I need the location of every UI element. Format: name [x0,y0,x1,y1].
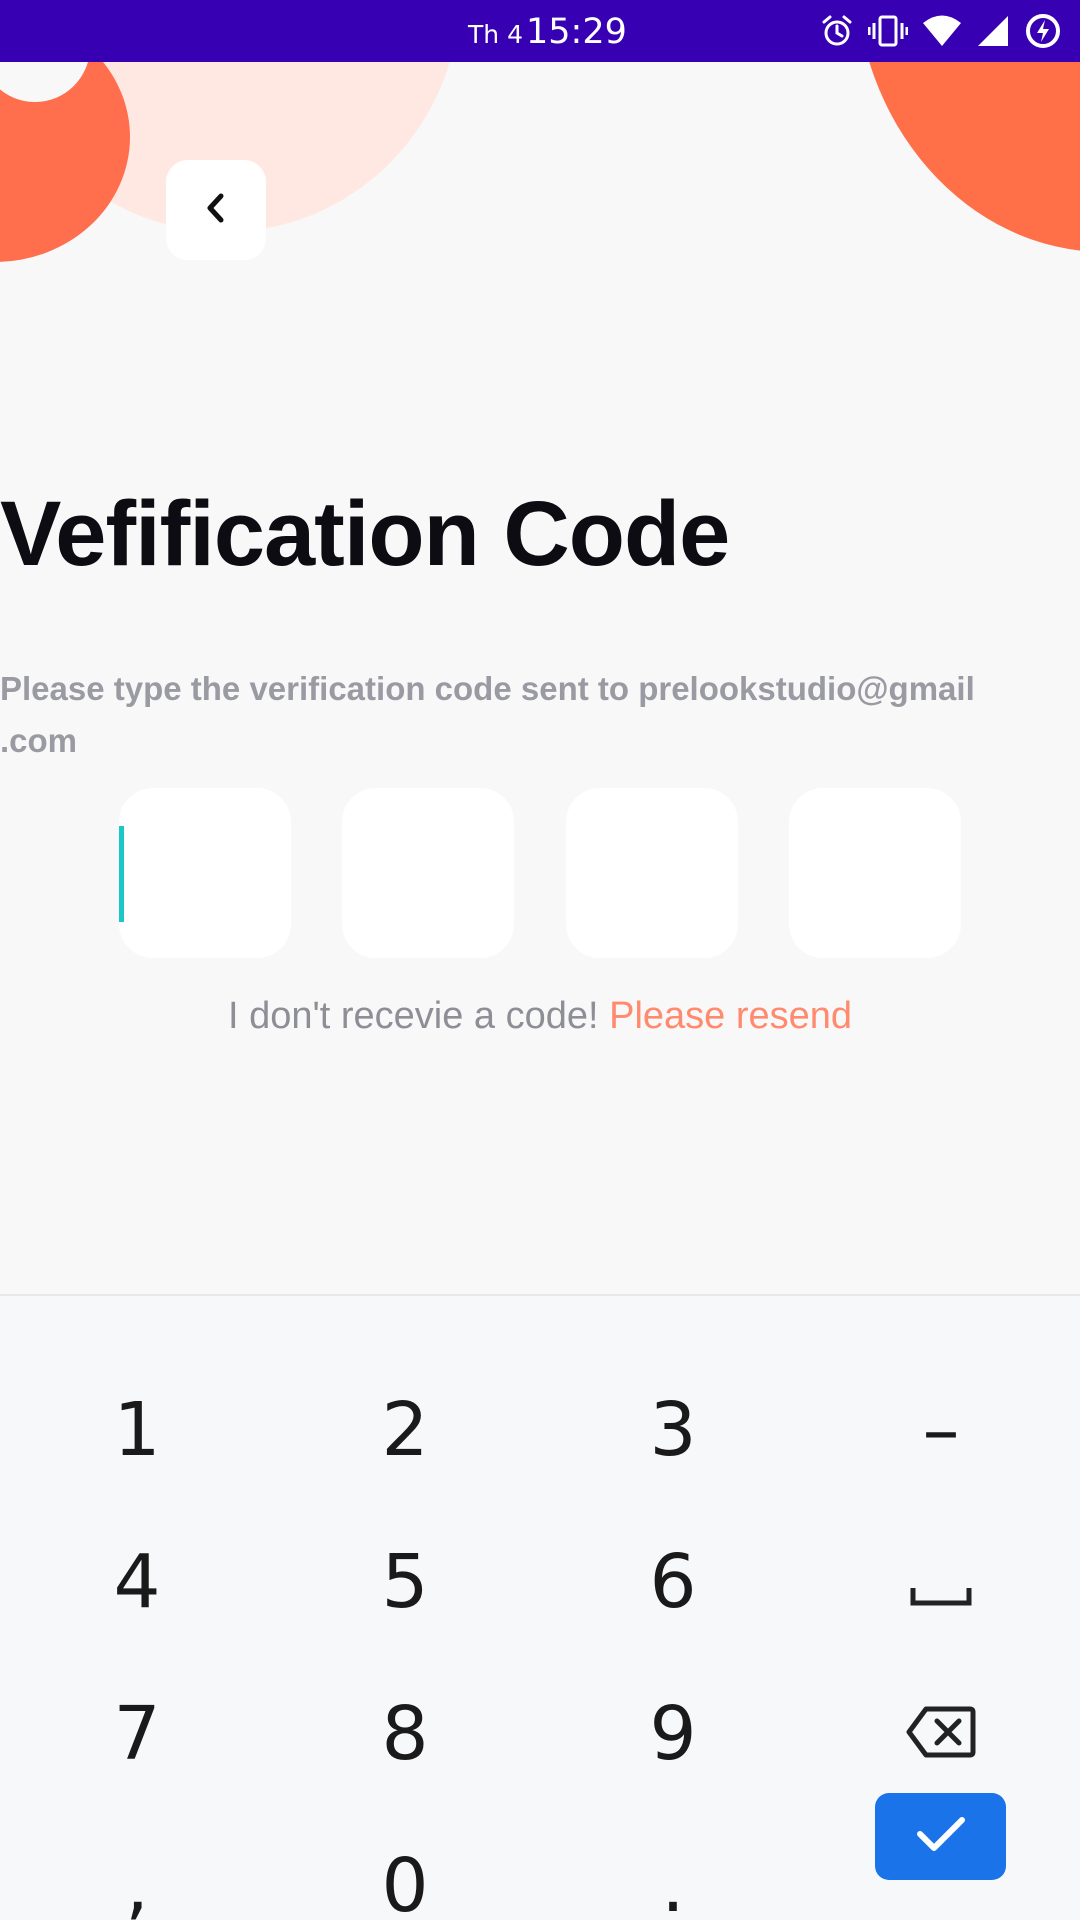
check-icon [916,1815,966,1858]
status-time: 15:29 [526,12,627,52]
code-input-2[interactable] [342,788,514,958]
status-date: Th 4 [468,20,523,49]
key-5[interactable]: 5 [271,1506,539,1658]
backspace-icon [906,1691,976,1777]
resend-prefix: I don't recevie a code! [227,995,599,1037]
subtitle: Please type the verification code sent t… [0,663,1080,767]
alarm-icon [820,14,854,48]
key-9[interactable]: 9 [539,1658,807,1810]
space-icon [910,1539,972,1625]
subtitle-line-2: .com [0,722,78,759]
key-period[interactable]: . [539,1810,807,1920]
key-7[interactable]: 7 [3,1658,271,1810]
wifi-icon [922,14,962,48]
key-3[interactable]: 3 [539,1354,807,1506]
text-cursor [119,826,124,922]
signal-icon [976,14,1010,48]
key-6[interactable]: 6 [539,1506,807,1658]
vibrate-icon [868,14,908,48]
key-comma[interactable]: , [3,1810,271,1920]
status-bar: Th 4 15:29 [0,0,1080,62]
code-input-4[interactable] [789,788,961,958]
numeric-keyboard: 1 2 3 – 4 5 6 7 8 9 , 0 . [0,1294,1080,1920]
subtitle-line-1: Please type the verification code sent t… [0,670,975,707]
key-backspace[interactable] [807,1658,1075,1810]
battery-charging-icon [1024,12,1062,50]
key-space[interactable] [807,1506,1075,1658]
key-4[interactable]: 4 [3,1506,271,1658]
resend-link[interactable]: Please resend [609,995,852,1037]
done-button[interactable] [875,1793,1006,1880]
resend-line: I don't recevie a code! Please resend [0,995,1080,1038]
key-8[interactable]: 8 [271,1658,539,1810]
back-button[interactable] [166,160,266,260]
chevron-left-icon [203,188,229,233]
key-dash[interactable]: – [807,1354,1075,1506]
key-1[interactable]: 1 [3,1354,271,1506]
page-title: Vefification Code [0,483,730,585]
key-0[interactable]: 0 [271,1810,539,1920]
code-input-1[interactable] [119,788,291,958]
status-icons [820,10,1062,52]
code-input-3[interactable] [566,788,738,958]
decor-circle-orange-right [855,62,1080,252]
key-2[interactable]: 2 [271,1354,539,1506]
